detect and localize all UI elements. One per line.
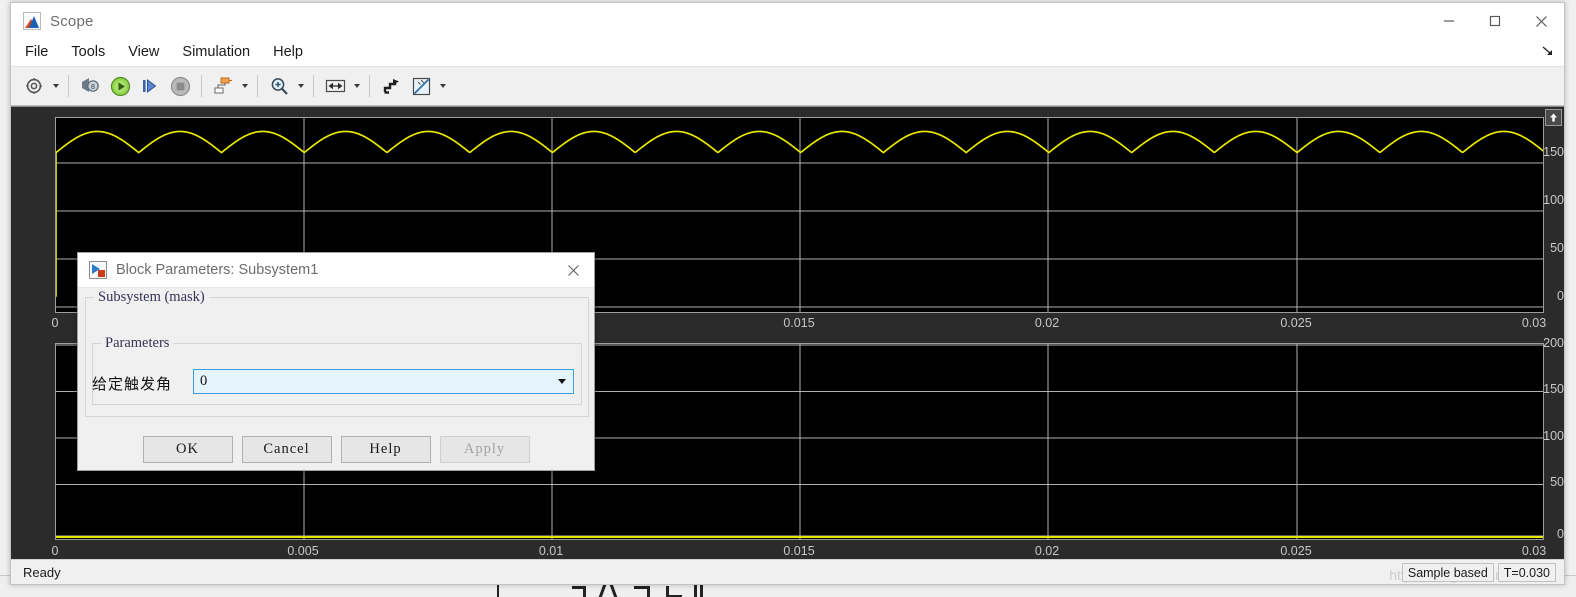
lower-xtick-002: 0.02 [1034,544,1060,558]
lower-xtick-0: 0 [51,544,59,558]
signal-selector-icon[interactable] [208,71,238,101]
menu-simulation[interactable]: Simulation [182,39,262,66]
dialog-close-button[interactable] [552,253,594,287]
trigger-angle-combobox[interactable]: 0 [193,369,574,394]
subsystem-block-icon [89,261,107,279]
toolbar-separator [201,75,202,97]
step-forward-icon[interactable] [135,71,165,101]
menu-tools[interactable]: Tools [71,39,117,66]
lower-xtick-0005: 0.005 [287,544,319,558]
window-titlebar[interactable]: Scope [11,3,1564,39]
chevron-down-icon[interactable] [551,370,573,393]
zoom-in-icon[interactable] [264,71,294,101]
lower-ytick-150: 150 [1543,382,1564,396]
scope-window: Scope File Tools View Simulation Help 8 … [10,2,1565,585]
background-glyph [598,583,607,597]
stop-icon[interactable] [165,71,195,101]
background-glyph [609,583,618,597]
close-button[interactable] [1518,3,1564,39]
measurements-dropdown-arrow-icon[interactable] [436,72,449,100]
status-message: Ready [23,564,61,580]
background-glyph [694,584,697,597]
toolbar-separator [257,75,258,97]
upper-ytick-150: 150 [1543,145,1564,159]
block-parameters-dialog[interactable]: Block Parameters: Subsystem1 Subsystem (… [77,252,595,471]
statusbar: Ready https://blog.csdn.net/ ... Sample … [11,559,1564,584]
menubar: File Tools View Simulation Help [11,39,1564,67]
lower-ytick-200: 200 [1543,336,1564,350]
trigger-angle-value[interactable]: 0 [194,373,551,390]
parameters-fieldset-legend: Parameters [101,335,174,352]
upper-xtick-0: 0 [51,316,59,330]
upper-ytick-100: 100 [1543,193,1564,207]
background-glyph [583,586,586,597]
ok-button[interactable]: OK [142,436,233,463]
configuration-dropdown-arrow-icon[interactable] [49,72,62,100]
zoom-dropdown-arrow-icon[interactable] [294,72,307,100]
scroll-up-button[interactable] [1545,109,1562,126]
lower-xtick-0015: 0.015 [783,544,815,558]
autoscale-dropdown-arrow-icon[interactable] [350,72,363,100]
upper-ytick-0: 0 [1557,289,1564,303]
maximize-button[interactable] [1472,3,1518,39]
configuration-properties-icon[interactable] [19,71,49,101]
svg-text:8: 8 [91,84,95,91]
menu-help[interactable]: Help [273,39,315,66]
simulation-step-back-icon[interactable]: 8 [75,71,105,101]
upper-xtick-002: 0.02 [1034,316,1060,330]
lower-ytick-50: 50 [1550,475,1564,489]
lower-xtick-001: 0.01 [538,544,564,558]
cursor-measurements-icon[interactable] [376,71,406,101]
dialog-title: Block Parameters: Subsystem1 [116,262,319,278]
upper-xtick-0015: 0.015 [783,316,815,330]
toolbar-separator [313,75,314,97]
toolbar-separator [68,75,69,97]
expand-arrow-icon[interactable] [1540,43,1556,59]
toolbar: 8 [11,67,1564,106]
cancel-button[interactable]: Cancel [241,436,332,463]
status-frame-mode: Sample based [1401,563,1494,582]
lower-xtick-0025: 0.025 [1280,544,1312,558]
upper-xtick-0025: 0.025 [1280,316,1312,330]
background-glyph [647,586,650,597]
dialog-titlebar[interactable]: Block Parameters: Subsystem1 [78,253,594,288]
lower-ytick-0: 0 [1557,527,1564,541]
signal-selector-dropdown-arrow-icon[interactable] [238,72,251,100]
lower-xtick-003: 0.03 [1521,544,1547,558]
status-simulation-time: T=0.030 [1497,563,1556,582]
lower-ytick-100: 100 [1543,429,1564,443]
minimize-button[interactable] [1426,3,1472,39]
menu-file[interactable]: File [25,39,60,66]
menu-view[interactable]: View [128,39,171,66]
upper-ytick-50: 50 [1550,241,1564,255]
background-glyph [700,584,703,597]
window-controls [1426,3,1564,39]
window-title: Scope [50,12,94,30]
run-icon[interactable] [105,71,135,101]
dialog-button-row: OK Cancel Help Apply [78,436,594,463]
trigger-angle-label: 给定触发角 [92,376,173,393]
help-button[interactable]: Help [340,436,431,463]
mask-fieldset-legend: Subsystem (mask) [94,289,209,306]
measurements-icon[interactable] [406,71,436,101]
status-right-group: Sample based T=0.030 [1401,563,1560,582]
toolbar-separator [369,75,370,97]
autoscale-icon[interactable] [320,71,350,101]
matlab-scope-icon [23,12,41,30]
apply-button: Apply [439,436,530,463]
upper-xtick-003: 0.03 [1521,316,1547,330]
